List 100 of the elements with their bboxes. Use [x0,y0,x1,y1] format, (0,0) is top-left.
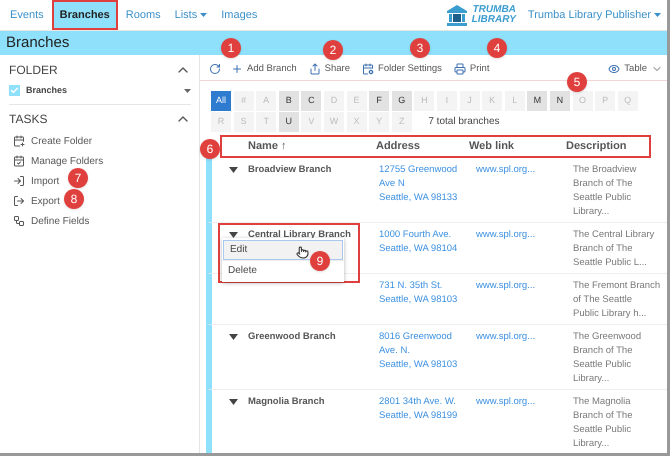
caret-icon[interactable] [229,167,238,173]
address-line[interactable]: Seattle, WA 98104 [379,242,476,256]
toolbar-button[interactable]: Print [454,62,490,76]
toolbar-button[interactable]: Folder Settings [362,62,442,76]
description-line: The Central Library [573,228,654,242]
refresh-icon[interactable] [209,62,221,75]
folder-checkbox[interactable] [9,85,20,96]
callout-marker: 8 [64,189,84,209]
nav-tab[interactable]: Events [4,0,50,30]
letter-filter[interactable]: All [211,90,231,111]
letter-filter[interactable]: M [527,90,548,111]
callout-marker: 7 [68,168,88,188]
logo-text: LIBRARY [472,15,516,25]
column-header[interactable]: Web link [469,138,566,155]
share-icon [308,62,321,75]
address-line[interactable]: Seattle, WA 98103 [379,293,476,307]
branch-name: Greenwood Branch [248,330,336,344]
letter-filter[interactable]: F [369,90,390,111]
description-line: Seattle Public [573,191,632,205]
web-link[interactable]: www.spl.org... [476,331,536,342]
section-heading: FOLDER [9,62,58,79]
folder-name: Branches [26,84,68,97]
address-line[interactable]: Seattle, WA 98199 [379,409,476,423]
address-line[interactable]: Seattle, WA 98103 [379,358,476,372]
letter-filter[interactable]: N [550,90,570,111]
table-row[interactable]: Magnolia Branch 2801 34th Ave. W. Seattle, WA 98199 www.spl.org... The Magnolia Branch of The Seattle Public Library... [206,390,667,453]
toolbar-button[interactable]: Share [308,62,350,76]
description-line: Library... [573,205,610,219]
nodes-icon [13,215,25,227]
branch-name: Central Library Branch [248,228,351,242]
address-line[interactable]: Seattle, WA 98133 [379,191,476,205]
address-line[interactable]: 2801 34th Ave. W. [379,395,476,409]
address-line[interactable]: Ave N [379,177,476,191]
printer-icon [454,62,466,75]
description-line: Seattle Public L... [573,256,648,270]
task-link[interactable]: Define Fields [13,214,191,228]
branch-name: Broadview Branch [248,163,332,177]
letter-filter[interactable]: C [301,90,322,111]
description-line: Seattle Public [573,358,632,372]
plus-icon [231,62,243,75]
branch-name: Magnolia Branch [248,395,325,409]
column-header[interactable]: Description [566,138,627,155]
web-link[interactable]: www.spl.org... [476,396,536,407]
description-line: Public Library h... [573,307,648,321]
description-line: of The Seattle [573,293,633,307]
address-line[interactable]: Ave. N. [379,344,476,358]
description-line: Branch of The [573,242,634,256]
callout-marker: 5 [567,72,587,92]
web-link[interactable]: www.spl.org... [476,280,536,291]
address-line[interactable]: 731 N. 35th St. [379,279,476,293]
letter-filter[interactable]: # [234,90,254,111]
description-line: Branch of The [573,177,634,191]
letter-filter[interactable]: U [278,112,299,132]
column-header[interactable]: Name ↑ [222,138,372,155]
import-icon [13,175,25,187]
description-line: Seattle Public [573,423,632,437]
export-icon [13,195,25,207]
hand-cursor-icon [296,246,309,259]
account-menu[interactable]: Trumba Library Publisher [528,6,661,24]
address-line[interactable]: 8016 Greenwood [379,330,476,344]
letter-filter[interactable]: G [392,90,412,111]
toolbar-button[interactable]: Add Branch [231,62,297,76]
description-line: The Greenwood [573,330,642,344]
callout-marker: 2 [323,40,343,60]
caret-icon[interactable] [229,399,238,405]
nav-tab[interactable]: Images [215,0,264,30]
calendar-check-icon [13,155,25,167]
callout-marker: 6 [200,139,220,159]
task-link[interactable]: Create Folder [13,134,191,148]
address-line[interactable]: 12755 Greenwood [379,163,476,177]
description-line: Library... [573,437,610,451]
letter-filter[interactable]: B [278,90,299,111]
web-link[interactable]: www.spl.org... [476,164,536,175]
task-link[interactable]: Manage Folders [13,154,191,168]
library-building-icon [446,4,468,26]
description-line: Branch of The [573,409,633,423]
column-header[interactable]: Address [372,138,469,155]
address-line[interactable]: 1000 Fourth Ave. [379,228,476,242]
web-link[interactable]: www.spl.org... [476,229,536,240]
description-line: Branch of The [573,344,634,358]
page-title: Branches [6,32,70,53]
description-line: The Fremont Branch [573,279,660,293]
calendar-plus-icon [13,135,25,147]
total-count: 7 total branches [428,115,500,130]
description-line: The Broadview [573,163,636,177]
description-line: Library... [573,372,610,386]
eye-icon [608,62,620,75]
description-line: The Magnolia [573,395,632,409]
caret-icon [654,13,661,17]
logo-text: TRUMBA [472,5,516,15]
table-row[interactable]: Greenwood Branch 8016 Greenwood Ave. N. Seattle, WA 98103 www.spl.org... The Greenwood Branch of The Seattle Public Library... [206,325,667,390]
view-selector[interactable]: Table [608,62,663,76]
caret-icon[interactable] [229,334,238,340]
caret-icon[interactable] [184,88,191,93]
nav-tab[interactable]: Branches [52,0,118,30]
nav-tab[interactable]: Lists [168,0,214,30]
table-row[interactable]: Broadview Branch 12755 Greenwood Ave N Seattle, WA 98133 www.spl.org... The Broadview Branch of The Seattle Public Library... [206,158,667,223]
calendar-gear-icon [362,62,374,75]
section-heading: TASKS [9,110,48,128]
nav-tab[interactable]: Rooms [120,0,167,30]
